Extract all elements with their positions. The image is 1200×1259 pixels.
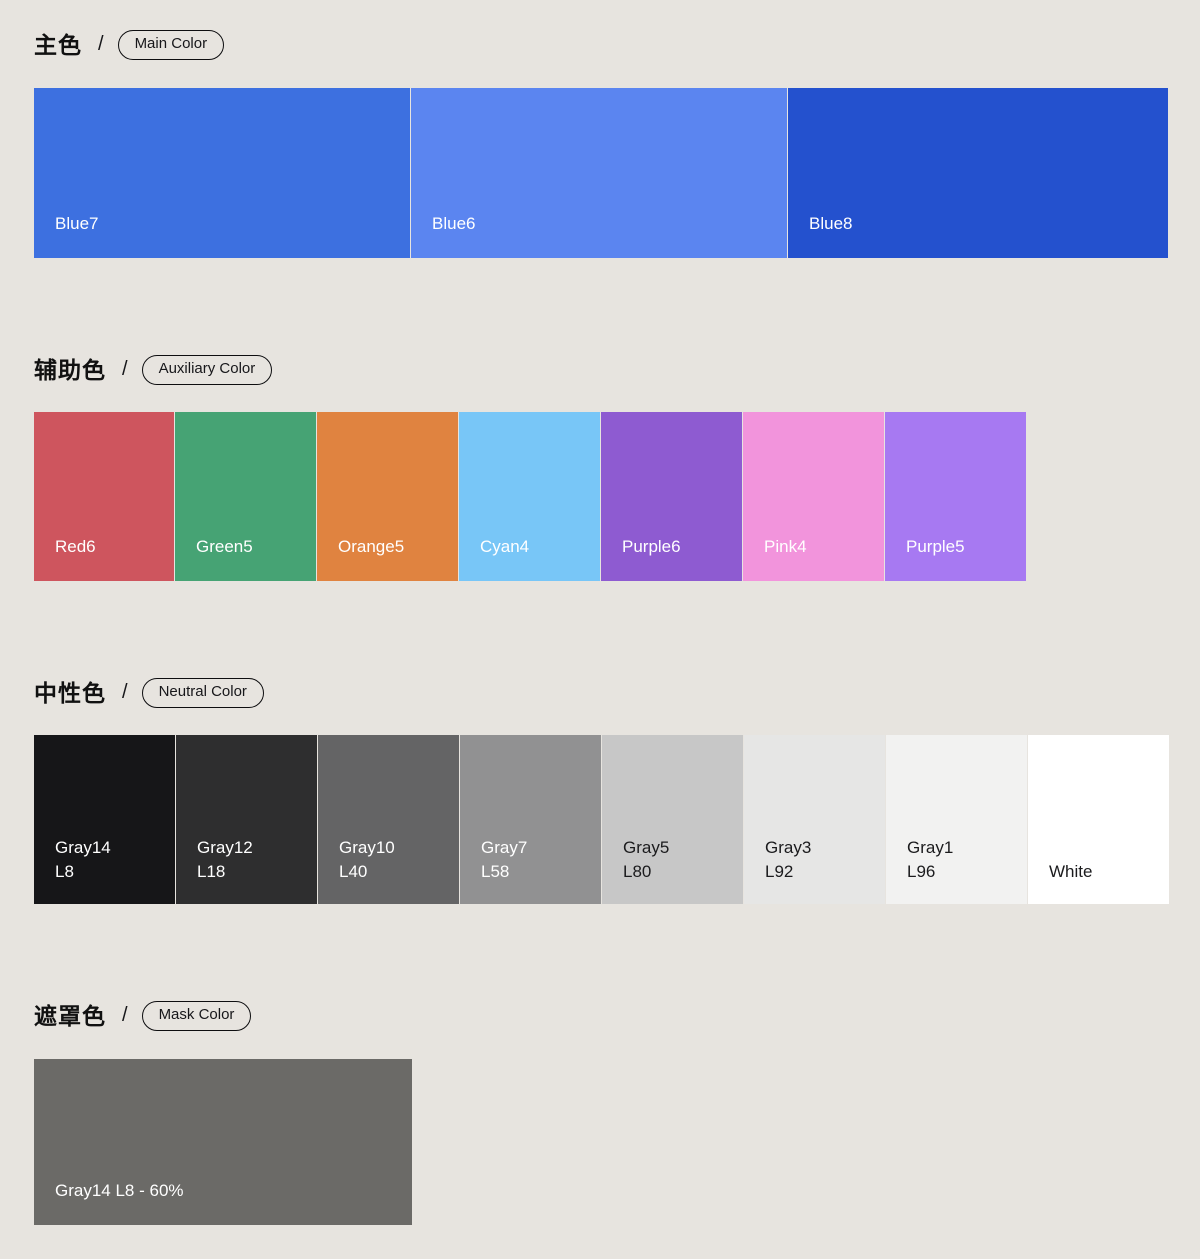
section-separator: / bbox=[122, 358, 128, 380]
section-separator: / bbox=[98, 33, 104, 55]
swatch-label: Blue6 bbox=[432, 213, 476, 233]
section-title-en-pill: Mask Color bbox=[141, 1001, 252, 1031]
color-swatch-orange5[interactable]: Orange5 bbox=[317, 412, 458, 581]
color-swatch-gray14[interactable]: Gray14 L8 bbox=[34, 735, 175, 904]
color-swatch-gray1[interactable]: Gray1 L96 bbox=[886, 735, 1027, 904]
color-swatch-pink4[interactable]: Pink4 bbox=[743, 412, 884, 581]
section-title-en-pill: Neutral Color bbox=[141, 678, 264, 708]
swatch-label: Gray14 L8 - 60% bbox=[55, 1180, 184, 1200]
section-title-en-pill: Main Color bbox=[117, 30, 225, 60]
color-swatch-cyan4[interactable]: Cyan4 bbox=[459, 412, 600, 581]
swatch-label: Purple6 bbox=[622, 536, 681, 556]
swatch-label: Green5 bbox=[196, 536, 253, 556]
swatch-label: Gray7 L58 bbox=[481, 837, 528, 881]
swatch-label: Gray10 L40 bbox=[339, 837, 395, 881]
swatch-label: Red6 bbox=[55, 536, 96, 556]
section-title-cn: 主色 bbox=[34, 31, 82, 58]
swatch-label: Pink4 bbox=[764, 536, 807, 556]
color-swatch-green5[interactable]: Green5 bbox=[175, 412, 316, 581]
color-swatch-blue8[interactable]: Blue8 bbox=[788, 88, 1168, 258]
section-separator: / bbox=[122, 1004, 128, 1026]
section-header: 遮罩色 / Mask Color bbox=[0, 999, 1200, 1033]
swatch-label: Gray3 L92 bbox=[765, 837, 812, 881]
color-swatch-gray3[interactable]: Gray3 L92 bbox=[744, 735, 885, 904]
color-swatch-white[interactable]: White bbox=[1028, 735, 1169, 904]
color-swatch-gray10[interactable]: Gray10 L40 bbox=[318, 735, 459, 904]
swatch-label: Gray12 L18 bbox=[197, 837, 253, 881]
section-mask-color: 遮罩色 / Mask Color bbox=[0, 999, 1200, 1033]
color-swatch-purple5[interactable]: Purple5 bbox=[885, 412, 1026, 581]
color-swatch-gray5[interactable]: Gray5 L80 bbox=[602, 735, 743, 904]
color-swatch-red6[interactable]: Red6 bbox=[34, 412, 174, 581]
section-separator: / bbox=[122, 681, 128, 703]
section-title-cn: 中性色 bbox=[34, 679, 106, 706]
color-swatch-blue7[interactable]: Blue7 bbox=[34, 88, 410, 258]
section-main-color: 主色 / Main Color bbox=[0, 28, 1200, 62]
swatch-row-neutral-color: Gray14 L8 Gray12 L18 Gray10 L40 Gray7 L5… bbox=[34, 735, 1169, 904]
swatch-row-mask-color: Gray14 L8 - 60% bbox=[34, 1059, 412, 1225]
swatch-label: Orange5 bbox=[338, 536, 405, 556]
section-title-cn: 遮罩色 bbox=[34, 1002, 106, 1029]
color-palette-page: 主色 / Main Color Blue7 Blue6 Blue8 辅助色 / … bbox=[0, 0, 1200, 1259]
section-auxiliary-color: 辅助色 / Auxiliary Color bbox=[0, 353, 1200, 387]
section-header: 主色 / Main Color bbox=[0, 28, 1200, 62]
swatch-row-auxiliary-color: Red6 Green5 Orange5 Cyan4 Purple6 Pink4 … bbox=[34, 412, 1026, 581]
section-title-cn: 辅助色 bbox=[34, 356, 106, 383]
section-header: 中性色 / Neutral Color bbox=[0, 676, 1200, 710]
section-neutral-color: 中性色 / Neutral Color bbox=[0, 676, 1200, 710]
swatch-label: Purple5 bbox=[906, 536, 965, 556]
section-title-en-pill: Auxiliary Color bbox=[141, 355, 273, 385]
swatch-row-main-color: Blue7 Blue6 Blue8 bbox=[34, 88, 1168, 258]
swatch-label: Blue8 bbox=[809, 213, 853, 233]
color-swatch-purple6[interactable]: Purple6 bbox=[601, 412, 742, 581]
section-header: 辅助色 / Auxiliary Color bbox=[0, 353, 1200, 387]
swatch-label: Gray5 L80 bbox=[623, 837, 670, 881]
color-swatch-blue6[interactable]: Blue6 bbox=[411, 88, 787, 258]
swatch-label: Cyan4 bbox=[480, 536, 530, 556]
swatch-label: Gray1 L96 bbox=[907, 837, 954, 881]
color-swatch-mask-gray14-60[interactable]: Gray14 L8 - 60% bbox=[34, 1059, 412, 1225]
swatch-label: White bbox=[1049, 861, 1093, 881]
swatch-label: Blue7 bbox=[55, 213, 99, 233]
swatch-label: Gray14 L8 bbox=[55, 837, 111, 881]
color-swatch-gray12[interactable]: Gray12 L18 bbox=[176, 735, 317, 904]
color-swatch-gray7[interactable]: Gray7 L58 bbox=[460, 735, 601, 904]
